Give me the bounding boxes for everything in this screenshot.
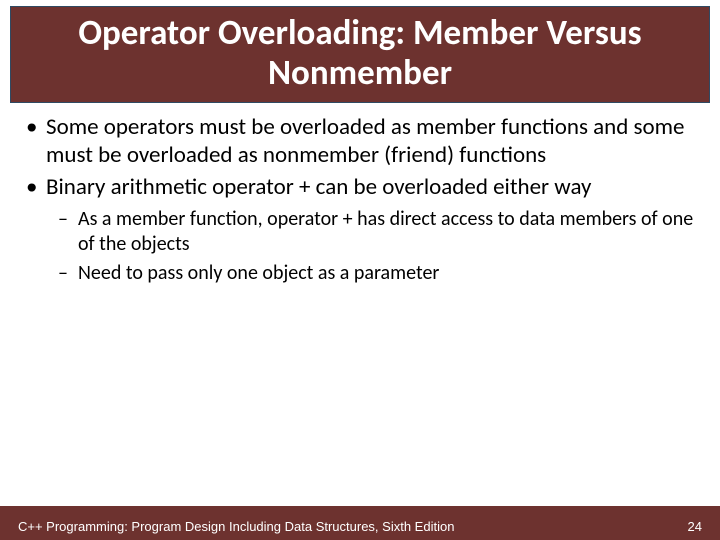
- footer-page-number: 24: [688, 519, 702, 534]
- bullet-item: Some operators must be overloaded as mem…: [22, 113, 698, 169]
- title-box: Operator Overloading: Member Versus Nonm…: [10, 6, 710, 103]
- bullet-list: Some operators must be overloaded as mem…: [22, 113, 698, 286]
- sub-bullet-text: As a member function, operator + has dir…: [78, 207, 693, 256]
- bullet-item: Binary arithmetic operator + can be over…: [22, 173, 698, 286]
- bullet-text: Some operators must be overloaded as mem…: [46, 113, 684, 169]
- slide-title: Operator Overloading: Member Versus Nonm…: [21, 13, 699, 94]
- content-area: Some operators must be overloaded as mem…: [0, 103, 720, 286]
- bullet-text: Binary arithmetic operator + can be over…: [46, 173, 591, 201]
- sub-bullet-text: Need to pass only one object as a parame…: [78, 261, 439, 285]
- footer-bar: C++ Programming: Program Design Includin…: [0, 506, 720, 540]
- slide: Operator Overloading: Member Versus Nonm…: [0, 6, 720, 540]
- sub-bullet-item: As a member function, operator + has dir…: [56, 207, 698, 257]
- sub-bullet-item: Need to pass only one object as a parame…: [56, 261, 698, 286]
- footer-source: C++ Programming: Program Design Includin…: [18, 519, 454, 534]
- sub-bullet-list: As a member function, operator + has dir…: [56, 207, 698, 286]
